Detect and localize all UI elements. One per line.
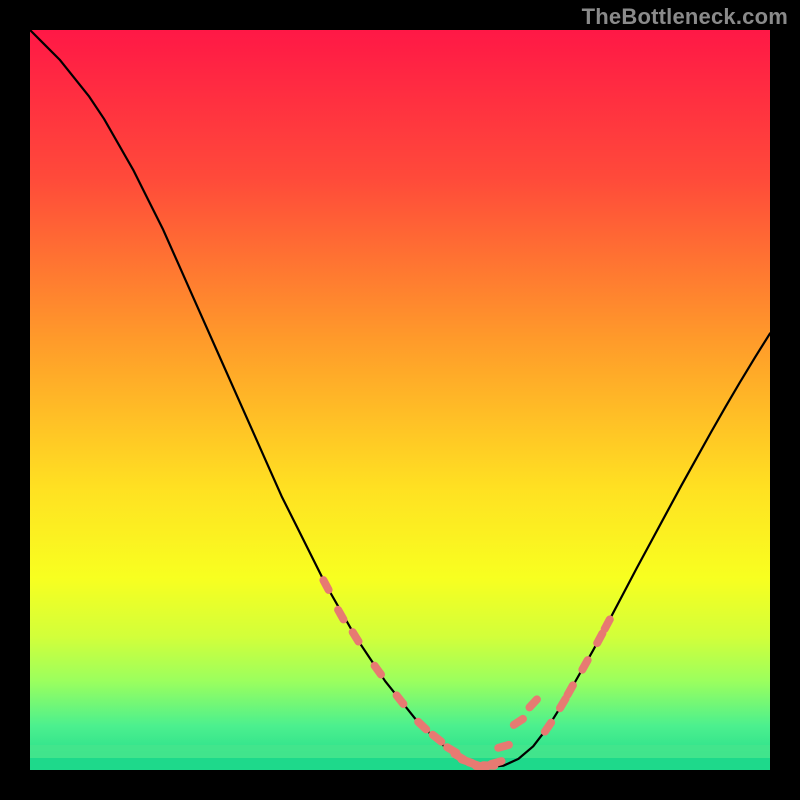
curve-marker	[605, 619, 610, 629]
curve-marker	[397, 695, 404, 704]
curve-marker	[418, 722, 426, 730]
curve-marker	[514, 719, 523, 725]
curve-marker	[338, 610, 343, 620]
curve-marker	[433, 735, 442, 742]
curve-marker	[498, 745, 509, 748]
plot-area	[30, 30, 770, 770]
chart-stage: TheBottleneck.com	[0, 0, 800, 800]
curve-marker	[568, 685, 573, 695]
curve-layer	[30, 30, 770, 770]
marker-group	[323, 580, 609, 767]
curve-marker	[530, 699, 537, 707]
watermark-text: TheBottleneck.com	[582, 4, 788, 30]
curve-marker	[597, 633, 602, 643]
curve-marker	[491, 761, 502, 764]
curve-marker	[375, 666, 381, 675]
curve-marker	[323, 580, 328, 590]
curve-marker	[353, 632, 359, 641]
curve-marker	[582, 660, 587, 670]
curve-marker	[560, 699, 566, 708]
bottleneck-curve	[30, 30, 770, 767]
curve-marker	[545, 723, 551, 732]
